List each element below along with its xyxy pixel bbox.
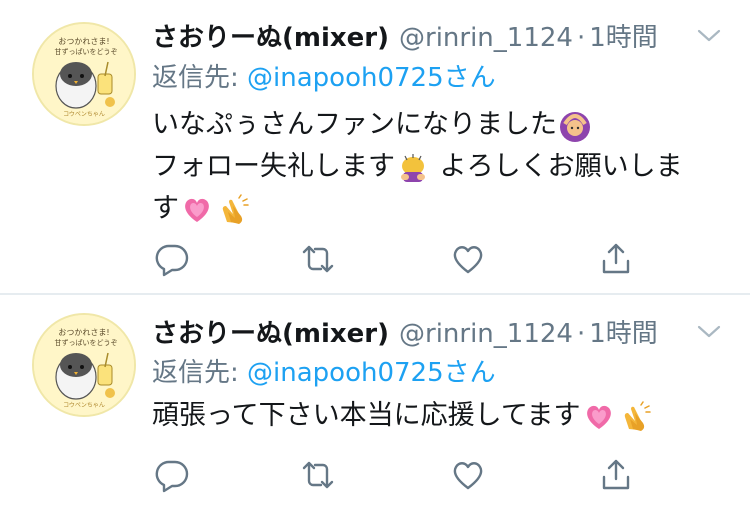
avatar[interactable]: おつかれさま! 甘ずっぱいをどうぞ コウペンちゃん: [32, 22, 136, 126]
retweet-icon[interactable]: [300, 241, 336, 277]
reply-mention-handle[interactable]: @inapooh0725: [247, 358, 444, 388]
tweet-text: いなぷぅさんファンになりました フォロー失礼します よろしくお願いしま す: [152, 104, 712, 230]
woman-gesturing-ok-emoji: [560, 111, 590, 142]
growing-heart-emoji: [586, 405, 611, 429]
chevron-down-icon[interactable]: [696, 322, 722, 342]
avatar-text-line1: おつかれさま!: [58, 328, 109, 337]
tweet-text-line: いなぷぅさんファンになりました: [152, 109, 557, 140]
share-icon[interactable]: [598, 241, 634, 277]
timestamp[interactable]: 1時間: [589, 23, 658, 53]
tweet[interactable]: おつかれさま! 甘ずっぱいをどうぞ コウペンちゃん さおりーぬ(mixer) @r…: [0, 0, 750, 294]
reply-to-line: 返信先: @inapooh0725さん: [152, 58, 496, 98]
reply-mention-link[interactable]: @inapooh0725さん: [247, 63, 496, 93]
tweet-text-line: フォロー失礼します: [152, 151, 395, 182]
clapping-hands-emoji: [222, 193, 249, 224]
handle[interactable]: @rinrin_1124: [399, 319, 573, 349]
reply-mention-suffix[interactable]: さん: [444, 63, 496, 93]
like-icon[interactable]: [450, 457, 486, 493]
tweet-actions: [150, 241, 650, 277]
reply-icon[interactable]: [154, 457, 190, 493]
avatar-brand: コウペンちゃん: [63, 401, 105, 409]
tweet-text-line: す: [152, 193, 179, 224]
like-icon[interactable]: [450, 241, 486, 277]
tweet-actions: [150, 457, 650, 493]
clapping-hands-emoji: [624, 400, 651, 431]
separator-dot: ·: [576, 23, 586, 53]
timestamp[interactable]: 1時間: [589, 319, 658, 349]
reply-to-line: 返信先: @inapooh0725さん: [152, 353, 496, 393]
retweet-icon[interactable]: [300, 457, 336, 493]
display-name[interactable]: さおりーぬ(mixer): [152, 319, 389, 349]
display-name[interactable]: さおりーぬ(mixer): [152, 23, 389, 53]
reply-icon[interactable]: [154, 241, 190, 277]
avatar-text-line2: 甘ずっぱいをどうぞ: [55, 47, 118, 56]
separator-dot: ·: [576, 319, 586, 349]
tweet[interactable]: おつかれさま! 甘ずっぱいをどうぞ コウペンちゃん さおりーぬ(mixer) @r…: [0, 295, 750, 511]
growing-heart-emoji: [185, 198, 209, 222]
reply-to-prefix: 返信先:: [152, 358, 248, 388]
reply-mention-link[interactable]: @inapooh0725さん: [247, 358, 496, 388]
tweet-text: 頑張って下さい本当に応援してます: [152, 395, 712, 437]
tweet-text-line: 頑張って下さい本当に応援してます: [152, 400, 581, 431]
tweet-header: さおりーぬ(mixer) @rinrin_1124 · 1時間: [152, 314, 658, 354]
tweet-header: さおりーぬ(mixer) @rinrin_1124 · 1時間: [152, 18, 658, 58]
reply-mention-handle[interactable]: @inapooh0725: [247, 63, 444, 93]
avatar-brand: コウペンちゃん: [63, 110, 105, 118]
tweet-text-line: よろしくお願いしま: [439, 151, 683, 182]
reply-to-prefix: 返信先:: [152, 63, 248, 93]
avatar[interactable]: おつかれさま! 甘ずっぱいをどうぞ コウペンちゃん: [32, 313, 136, 417]
share-icon[interactable]: [598, 457, 634, 493]
avatar-text-line2: 甘ずっぱいをどうぞ: [55, 338, 118, 347]
avatar-text-line1: おつかれさま!: [58, 37, 109, 46]
woman-bowing-emoji: [401, 153, 425, 182]
chevron-down-icon[interactable]: [696, 26, 722, 46]
handle[interactable]: @rinrin_1124: [399, 23, 573, 53]
reply-mention-suffix[interactable]: さん: [444, 358, 496, 388]
